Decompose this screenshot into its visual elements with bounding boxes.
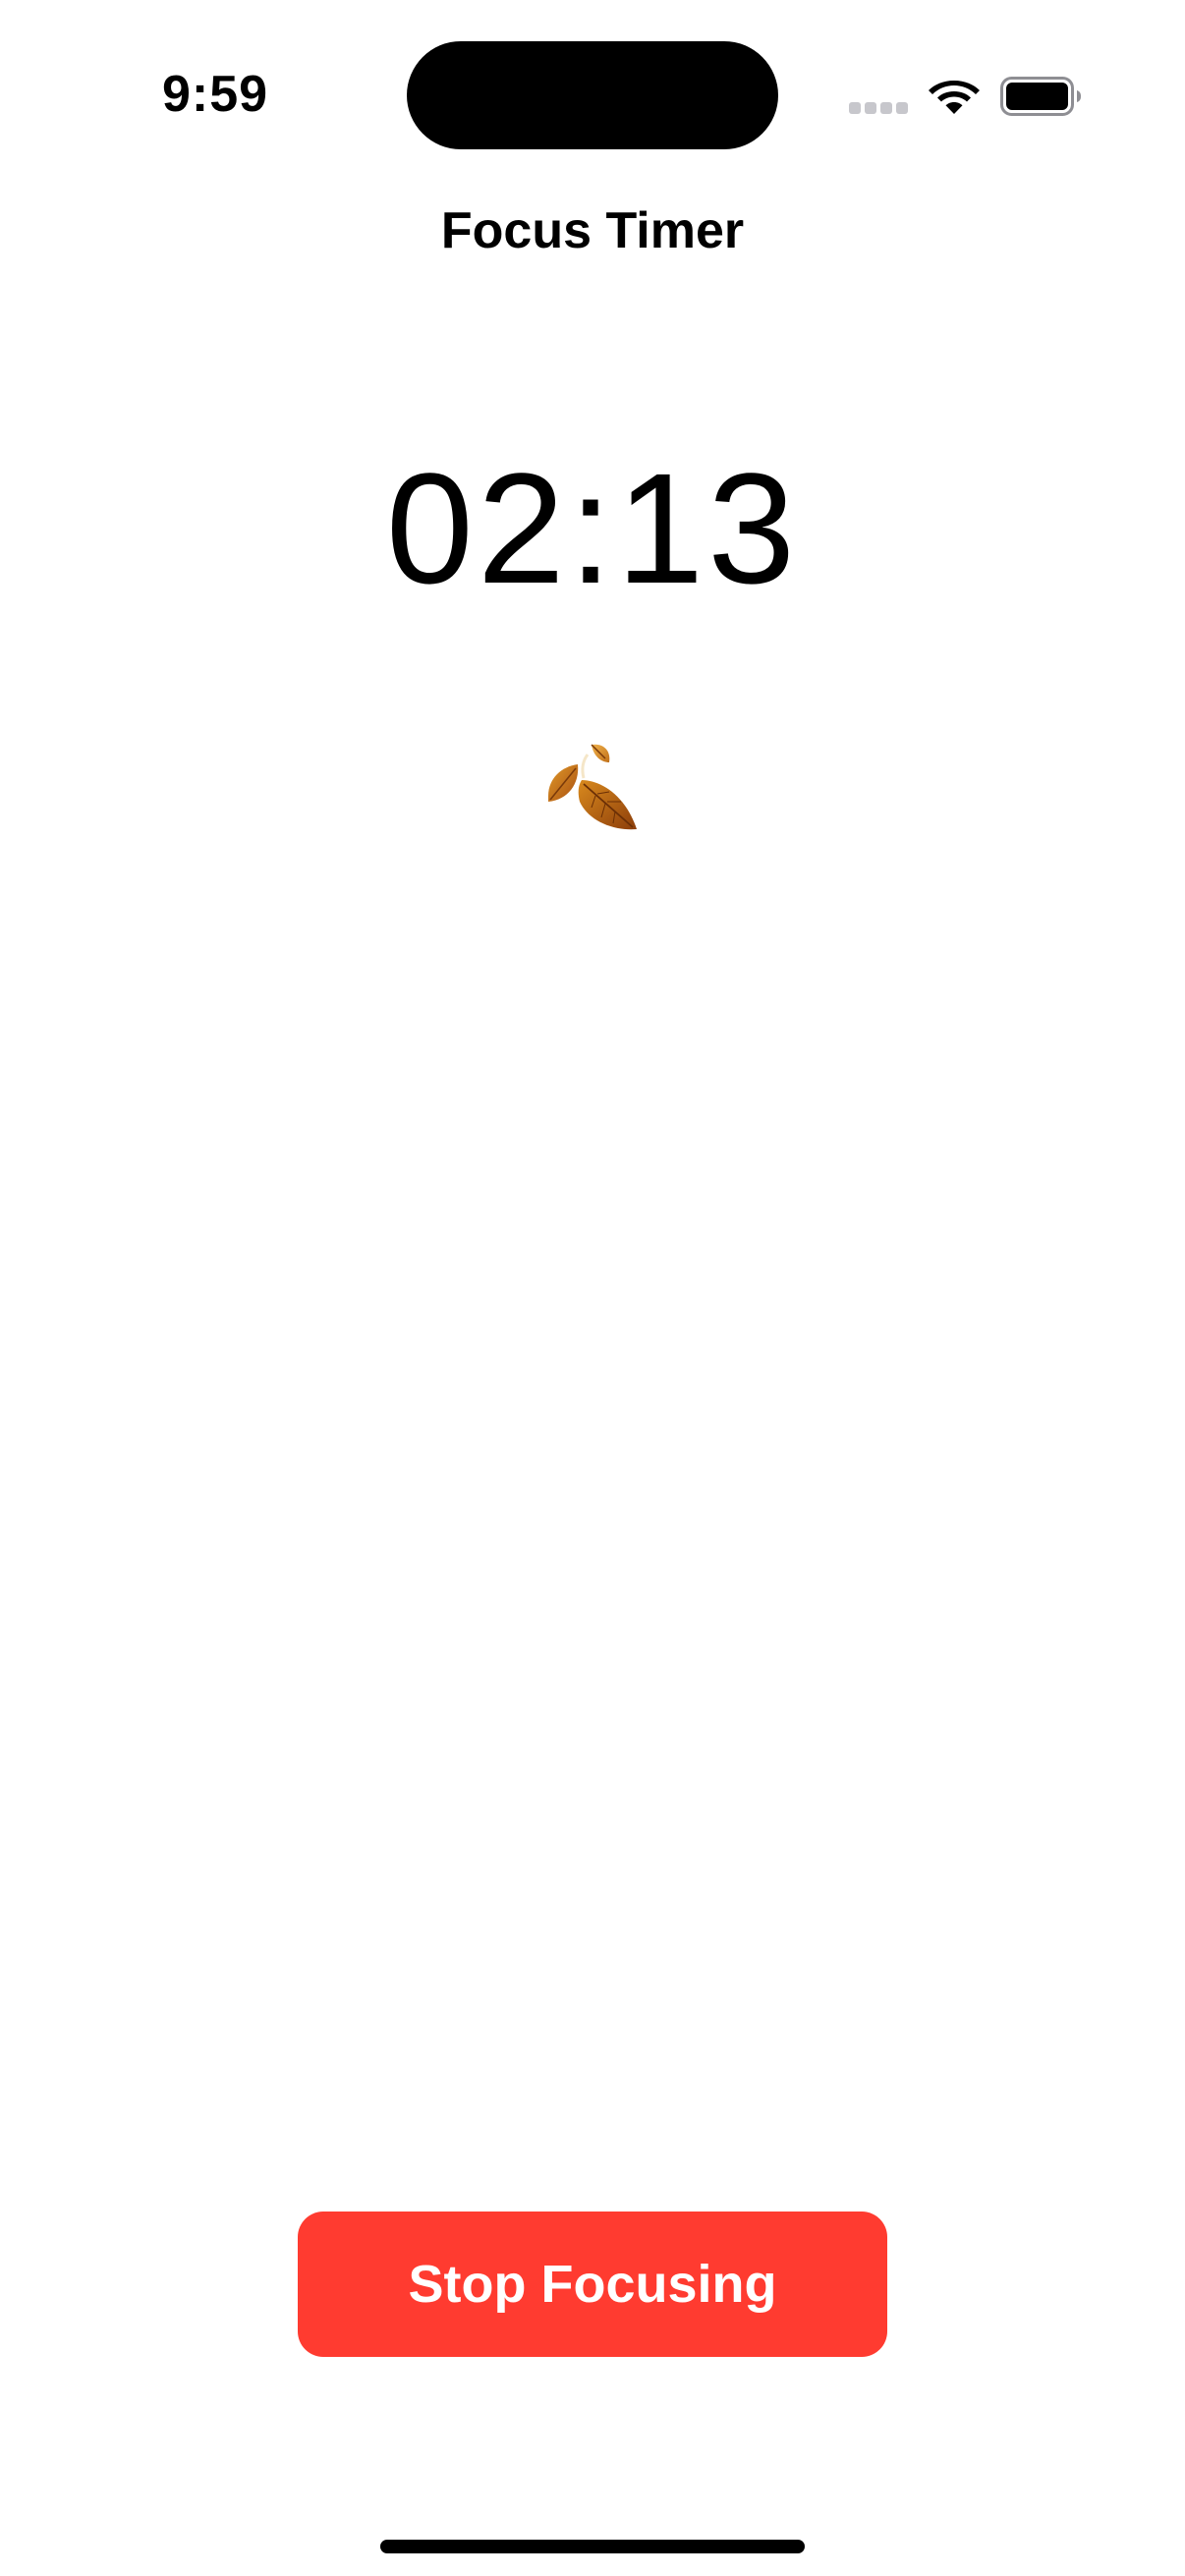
- status-time: 9:59: [162, 66, 269, 123]
- fallen-leaves-icon: [548, 744, 637, 830]
- page-title: Focus Timer: [440, 202, 745, 259]
- timer-display: 02:13: [385, 440, 800, 616]
- home-indicator[interactable]: [380, 2540, 805, 2553]
- stop-focusing-button[interactable]: Stop Focusing: [298, 2212, 887, 2357]
- signal-icon: [849, 102, 908, 116]
- focus-timer-screen: 9:59 Focus Timer 02:13 Stop Focusing: [0, 0, 1185, 2576]
- wifi-icon: [929, 81, 980, 114]
- dynamic-island: [407, 41, 778, 149]
- battery-icon: [1000, 77, 1081, 116]
